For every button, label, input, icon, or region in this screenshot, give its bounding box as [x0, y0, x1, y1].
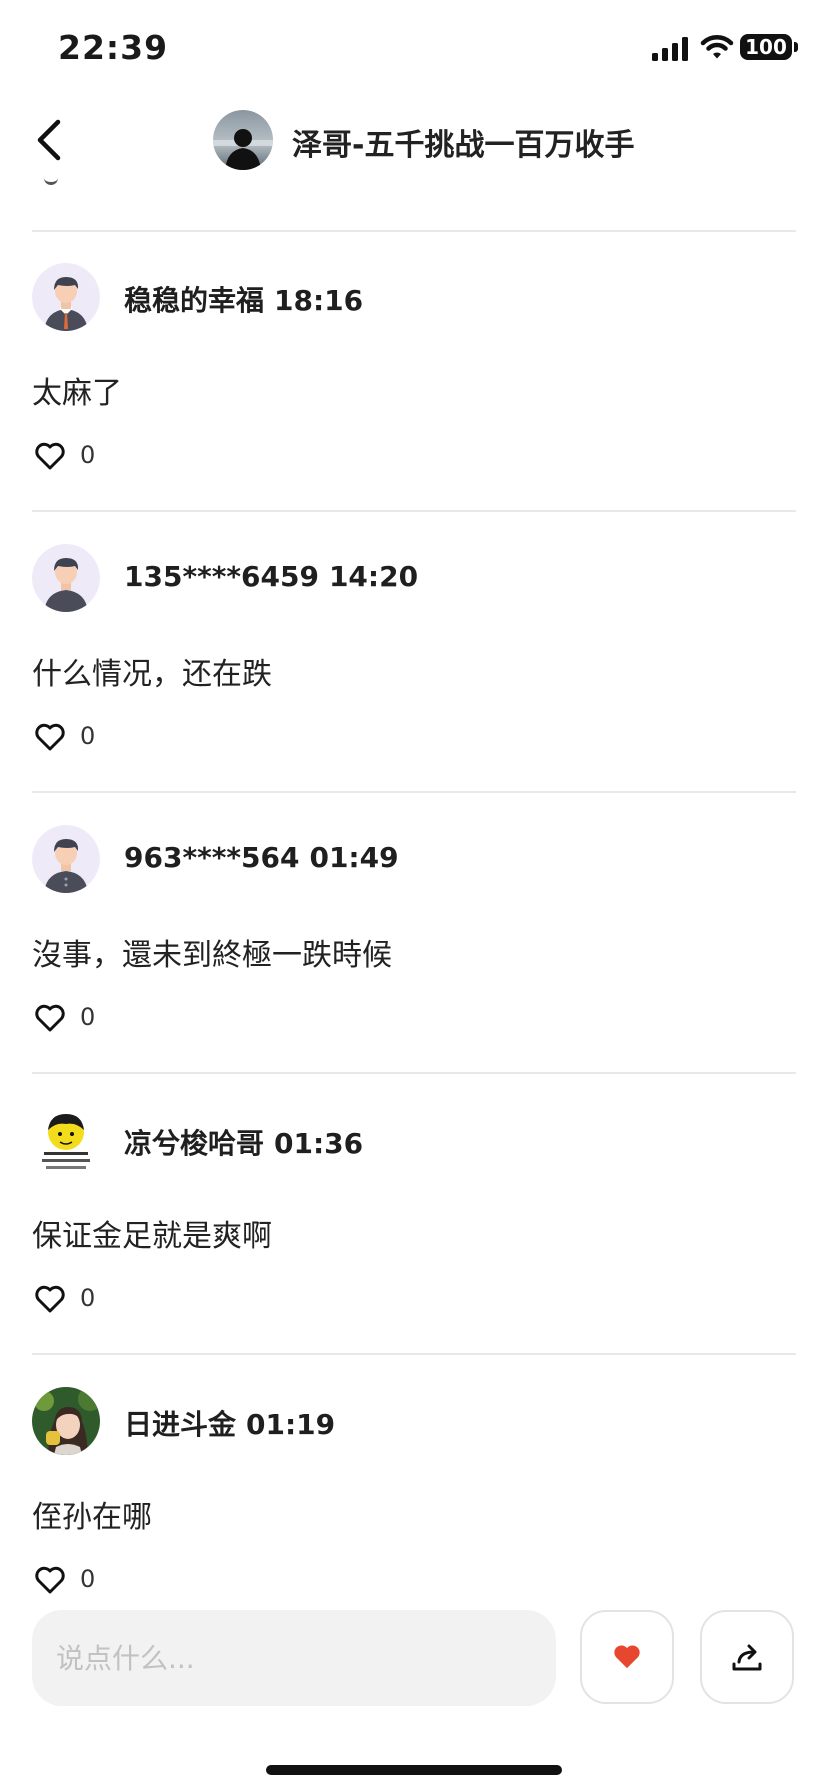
- heart-outline-icon[interactable]: [34, 722, 66, 752]
- home-indicator[interactable]: [266, 1765, 562, 1775]
- avatar[interactable]: [32, 1387, 100, 1455]
- comment-meta: 凉兮梭哈哥 01:36: [124, 1122, 373, 1162]
- chat-header: 泽哥-五千挑战一百万收手: [0, 100, 828, 182]
- comment-meta: 135****6459 14:20: [124, 560, 428, 593]
- like-count: 0: [80, 441, 96, 469]
- heart-outline-icon[interactable]: [34, 441, 66, 471]
- comment-username[interactable]: 135****6459: [124, 560, 319, 593]
- comment-item: 963****564 01:49 沒事，還未到終極一跌時候 0: [0, 793, 828, 1073]
- battery-cap: [794, 42, 798, 52]
- like-count: 0: [80, 1565, 96, 1593]
- avatar[interactable]: [32, 1106, 100, 1174]
- comment-meta: 稳稳的幸福 18:16: [124, 279, 373, 319]
- status-bar: 22:39 100: [0, 0, 828, 100]
- like-button[interactable]: [580, 1610, 674, 1704]
- comment-text: 太麻了: [32, 376, 122, 411]
- status-time: 22:39: [58, 28, 169, 67]
- share-button[interactable]: [700, 1610, 794, 1704]
- comment-time: 01:49: [309, 841, 399, 874]
- like-count: 0: [80, 1284, 96, 1312]
- heart-outline-icon[interactable]: [34, 1565, 66, 1595]
- header-avatar[interactable]: [213, 110, 273, 170]
- comment-meta: 日进斗金 01:19: [124, 1403, 345, 1443]
- comment-meta: 963****564 01:49: [124, 841, 409, 874]
- comment-time: 01:19: [246, 1408, 336, 1441]
- comment-time: 14:20: [328, 560, 419, 593]
- heart-filled-icon: [614, 1645, 640, 1669]
- comment-item: 135****6459 14:20 什么情况，还在跌 0: [0, 512, 828, 792]
- comment-username[interactable]: 凉兮梭哈哥: [124, 1127, 264, 1160]
- share-icon: [732, 1644, 762, 1671]
- comment-text: 沒事，還未到終極一跌時候: [32, 938, 392, 973]
- comment-username[interactable]: 稳稳的幸福: [124, 284, 264, 317]
- signal-icon: [652, 37, 688, 61]
- avatar[interactable]: [32, 263, 100, 331]
- comment-text: 侄孙在哪: [32, 1500, 152, 1535]
- wifi-icon: [700, 35, 734, 59]
- heart-outline-icon[interactable]: [34, 1003, 66, 1033]
- avatar[interactable]: [32, 544, 100, 612]
- heart-outline-icon[interactable]: [34, 1284, 66, 1314]
- comment-item: 凉兮梭哈哥 01:36 保证金足就是爽啊 0: [0, 1074, 828, 1354]
- comment-username[interactable]: 963****564: [124, 841, 299, 874]
- clipped-content: [44, 176, 58, 185]
- comment-text: 什么情况，还在跌: [32, 657, 272, 692]
- like-count: 0: [80, 1003, 96, 1031]
- comment-item: 稳稳的幸福 18:16 太麻了 0: [0, 231, 828, 511]
- comment-input[interactable]: [32, 1610, 556, 1706]
- like-count: 0: [80, 722, 96, 750]
- page-title: 泽哥-五千挑战一百万收手: [292, 128, 635, 163]
- comment-text: 保证金足就是爽啊: [32, 1219, 272, 1254]
- battery-indicator: 100: [740, 34, 792, 60]
- comment-username[interactable]: 日进斗金: [124, 1408, 236, 1441]
- comment-item: 日进斗金 01:19 侄孙在哪 0: [0, 1355, 828, 1635]
- avatar[interactable]: [32, 825, 100, 893]
- comment-time: 01:36: [274, 1127, 364, 1160]
- back-icon[interactable]: [34, 118, 64, 162]
- comment-time: 18:16: [274, 284, 364, 317]
